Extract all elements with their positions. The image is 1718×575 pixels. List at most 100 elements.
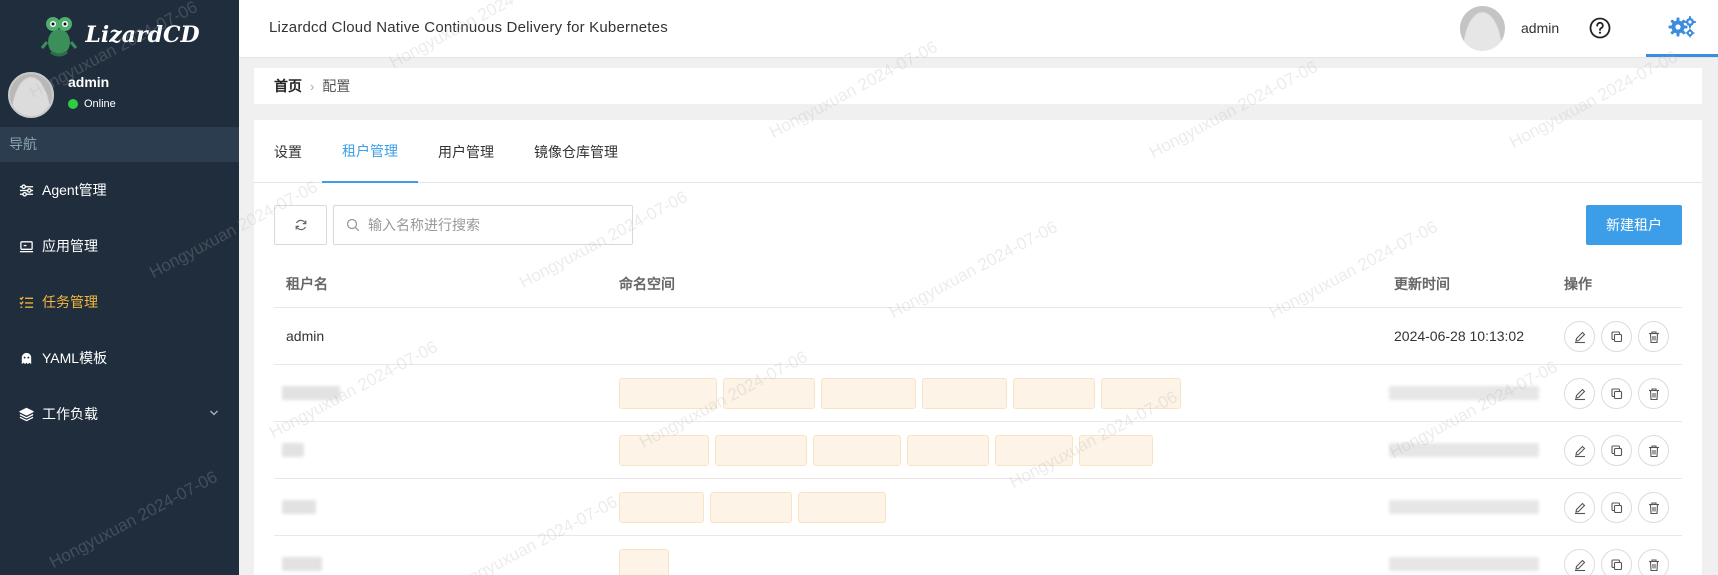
redacted-tenant-name <box>282 443 304 457</box>
trash-icon <box>1648 558 1659 571</box>
column-header-namespace: 命名空间 <box>619 276 675 292</box>
row-actions <box>1564 549 1669 575</box>
sidebar-item-app[interactable]: 应用管理 <box>0 218 239 274</box>
delete-button[interactable] <box>1638 492 1669 523</box>
user-name: admin <box>68 74 110 90</box>
sidebar-item-label: Agent管理 <box>42 182 107 198</box>
breadcrumb: 首页 › 配置 <box>254 68 1702 104</box>
namespace-tag <box>995 435 1073 466</box>
nav-list: Agent管理 应用管理 任务管理 YAML模板 工作负载 <box>0 162 239 442</box>
refresh-button[interactable] <box>274 205 327 245</box>
namespace-tag <box>1013 378 1095 409</box>
lizard-logo-icon <box>41 17 78 57</box>
gears-icon <box>1668 16 1696 38</box>
delete-button[interactable] <box>1638 378 1669 409</box>
table-row <box>274 479 1682 536</box>
sidebar-item-label: 应用管理 <box>42 238 98 254</box>
column-header-tenant: 租户名 <box>286 276 328 292</box>
search-box <box>333 205 633 245</box>
tab-bar: 设置 租户管理 用户管理 镜像仓库管理 <box>254 120 1702 183</box>
redacted-updated-time <box>1389 557 1539 571</box>
copy-button[interactable] <box>1601 492 1632 523</box>
copy-button[interactable] <box>1601 549 1632 575</box>
redacted-tenant-name <box>282 500 316 514</box>
edit-button[interactable] <box>1564 378 1595 409</box>
breadcrumb-current: 配置 <box>322 78 351 94</box>
copy-icon <box>1610 330 1622 342</box>
search-input[interactable] <box>368 217 608 233</box>
edit-button[interactable] <box>1564 321 1595 352</box>
user-status-label: Online <box>84 98 116 110</box>
tenant-name: admin <box>286 328 325 344</box>
delete-button[interactable] <box>1638 435 1669 466</box>
breadcrumb-home[interactable]: 首页 <box>274 76 302 96</box>
sidebar-item-label: 任务管理 <box>42 294 98 310</box>
namespace-tag <box>907 435 989 466</box>
sidebar-item-yaml[interactable]: YAML模板 <box>0 330 239 386</box>
namespace-tag <box>1101 378 1181 409</box>
sidebar-item-workload[interactable]: 工作负载 <box>0 386 239 442</box>
app-logo[interactable]: LizardCD <box>0 0 239 70</box>
copy-icon <box>1610 501 1622 513</box>
copy-icon <box>1610 558 1622 570</box>
namespace-tag <box>813 435 901 466</box>
online-dot-icon <box>68 99 78 109</box>
edit-icon <box>1574 559 1585 571</box>
namespace-tag <box>619 549 669 575</box>
table-header: 租户名 命名空间 更新时间 操作 <box>274 258 1682 308</box>
copy-button[interactable] <box>1601 435 1632 466</box>
ghost-icon <box>21 352 32 364</box>
user-panel: admin Online <box>8 72 116 118</box>
namespace-tag <box>619 492 704 523</box>
sidebar-item-agent[interactable]: Agent管理 <box>0 162 239 218</box>
tab-tenants[interactable]: 租户管理 <box>322 120 418 183</box>
table-row <box>274 422 1682 479</box>
edit-button[interactable] <box>1564 435 1595 466</box>
namespace-tags <box>619 378 1181 409</box>
sidebar: LizardCD admin Online 导航 Agent管理 应用管理 任务… <box>0 0 239 575</box>
edit-button[interactable] <box>1564 549 1595 575</box>
top-header: Lizardcd Cloud Native Continuous Deliver… <box>239 0 1718 58</box>
user-status: Online <box>68 98 116 110</box>
row-actions <box>1564 435 1669 466</box>
table-row <box>274 536 1682 575</box>
new-tenant-button[interactable]: 新建租户 <box>1586 205 1682 245</box>
delete-button[interactable] <box>1638 549 1669 575</box>
namespace-tag <box>710 492 792 523</box>
redacted-updated-time <box>1389 500 1539 514</box>
monitor-icon <box>19 240 34 252</box>
redacted-tenant-name <box>282 386 340 400</box>
namespace-tag <box>798 492 886 523</box>
namespace-tag <box>1079 435 1153 466</box>
column-header-actions: 操作 <box>1564 276 1592 292</box>
copy-icon <box>1610 387 1622 399</box>
sidebar-item-task[interactable]: 任务管理 <box>0 274 239 330</box>
tab-users[interactable]: 用户管理 <box>418 120 514 183</box>
copy-icon <box>1610 444 1622 456</box>
help-icon[interactable] <box>1589 17 1611 39</box>
edit-button[interactable] <box>1564 492 1595 523</box>
table-row <box>274 365 1682 422</box>
delete-button[interactable] <box>1638 321 1669 352</box>
copy-button[interactable] <box>1601 321 1632 352</box>
namespace-tag <box>619 378 717 409</box>
row-actions <box>1564 378 1669 409</box>
redacted-tenant-name <box>282 557 322 571</box>
logo-text: LizardCD <box>85 22 200 48</box>
header-avatar[interactable] <box>1460 6 1505 51</box>
copy-button[interactable] <box>1601 378 1632 409</box>
namespace-tag <box>821 378 916 409</box>
tab-registry[interactable]: 镜像仓库管理 <box>514 120 638 183</box>
namespace-tag <box>922 378 1007 409</box>
edit-icon <box>1574 331 1585 343</box>
chevron-down-icon <box>210 410 218 416</box>
edit-icon <box>1574 502 1585 514</box>
table-row: admin 2024-06-28 10:13:02 <box>274 308 1682 365</box>
tenant-table: 租户名 命名空间 更新时间 操作 admin 2024-06-28 10:13:… <box>274 258 1682 575</box>
trash-icon <box>1648 501 1659 514</box>
settings-button[interactable] <box>1646 0 1718 57</box>
header-user-name[interactable]: admin <box>1521 20 1559 36</box>
breadcrumb-separator-icon: › <box>310 78 315 94</box>
namespace-tags <box>619 492 886 523</box>
tab-settings[interactable]: 设置 <box>274 120 322 183</box>
